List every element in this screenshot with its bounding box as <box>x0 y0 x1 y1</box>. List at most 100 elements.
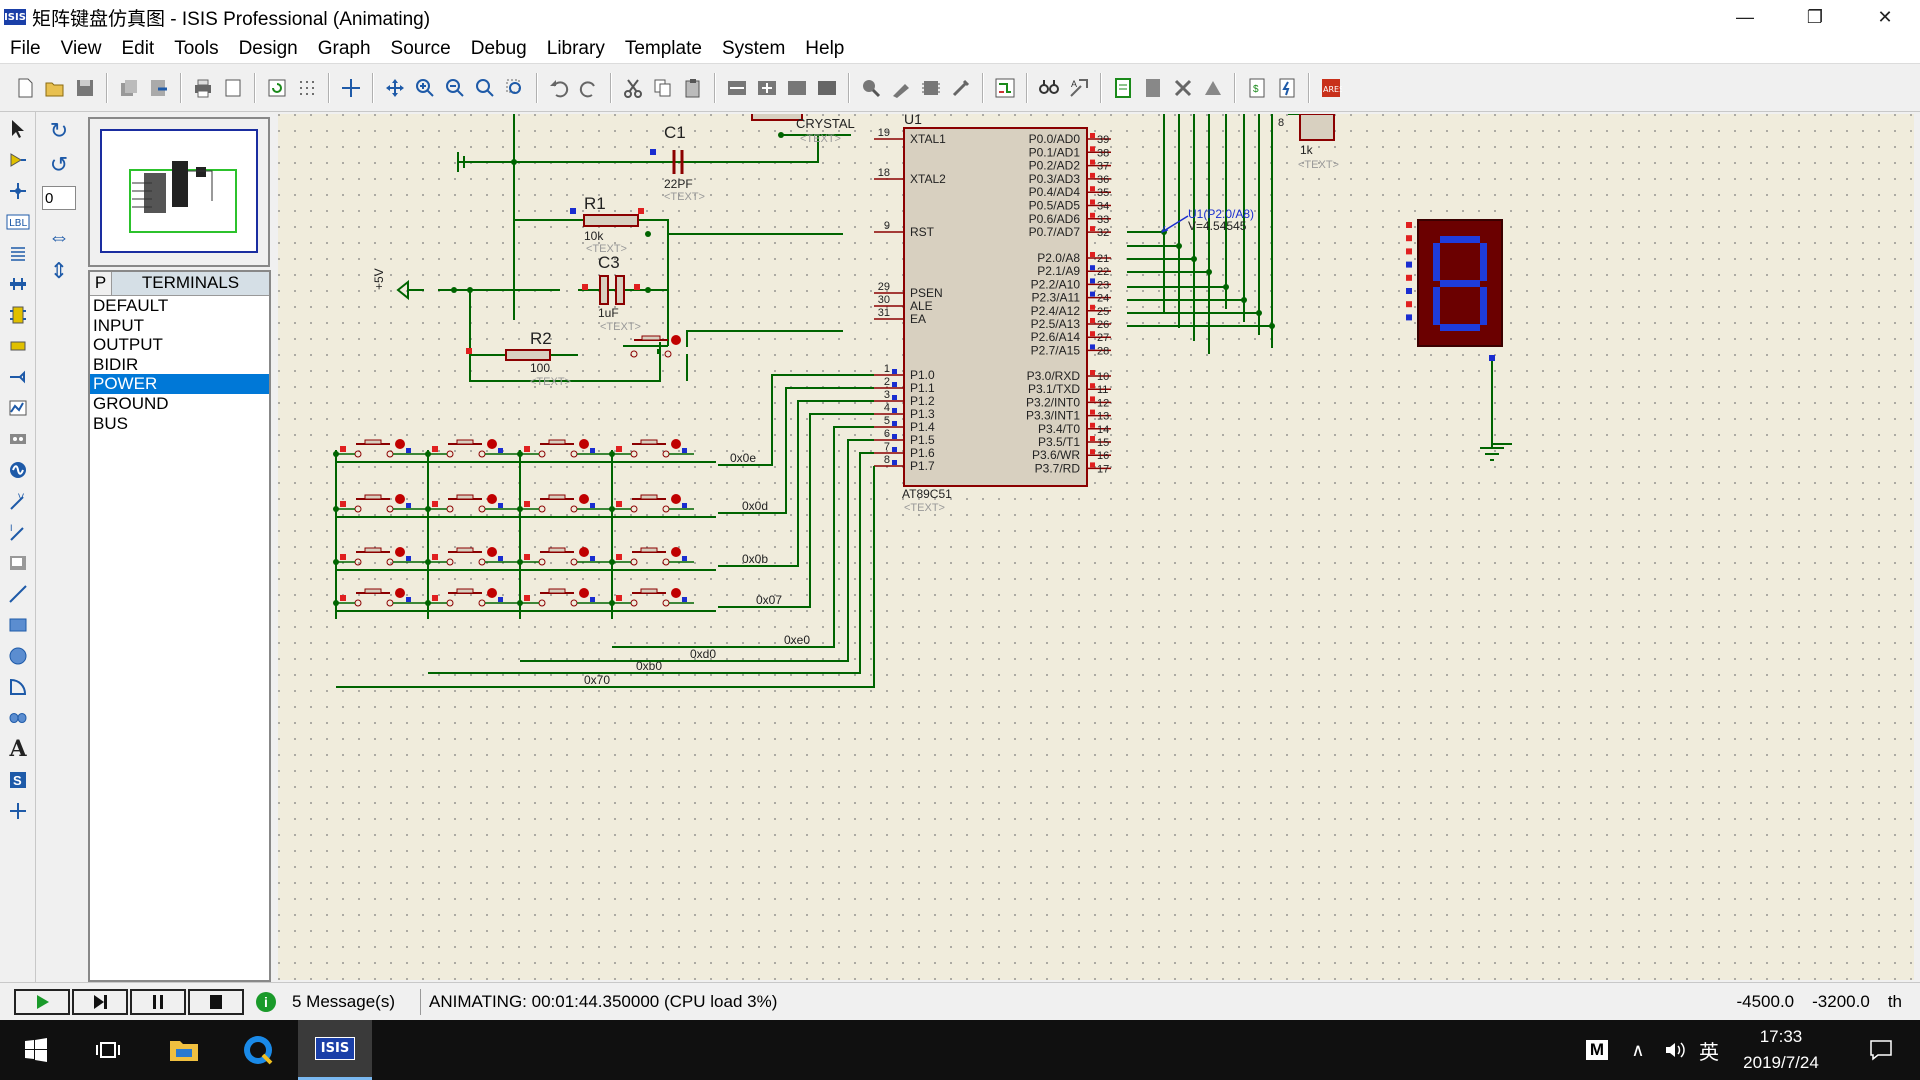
seven-segment-display[interactable] <box>1406 219 1503 361</box>
make-device-icon[interactable] <box>888 75 914 101</box>
rotation-angle-input[interactable] <box>42 186 76 210</box>
restore-icon[interactable]: ❐ <box>1780 0 1850 34</box>
menu-library[interactable]: Library <box>537 34 615 64</box>
zoom-all-icon[interactable] <box>472 75 498 101</box>
rotate-clockwise-icon[interactable]: ↻ <box>44 116 74 146</box>
close-icon[interactable]: ✕ <box>1850 0 1920 34</box>
menu-tools[interactable]: Tools <box>164 34 228 64</box>
pick-button[interactable]: P <box>90 272 112 295</box>
tape-recorder-mode-icon[interactable] <box>4 425 32 453</box>
messages-indicator[interactable]: i 5 Message(s) <box>256 991 395 1012</box>
text-script-mode-icon[interactable] <box>4 239 32 267</box>
save-icon[interactable] <box>72 75 98 101</box>
mirror-horizontal-icon[interactable]: ⇔ <box>44 222 74 252</box>
input-language[interactable]: 英 <box>1694 1020 1724 1080</box>
junction-dot-mode-icon[interactable] <box>4 177 32 205</box>
block-move-icon[interactable] <box>754 75 780 101</box>
task-view-icon[interactable] <box>86 1020 130 1080</box>
menu-file[interactable]: File <box>0 34 51 64</box>
wire-autorouter-icon[interactable] <box>992 75 1018 101</box>
pause-button[interactable] <box>130 988 186 1015</box>
copy-icon[interactable] <box>650 75 676 101</box>
menu-design[interactable]: Design <box>229 34 308 64</box>
open-folder-icon[interactable] <box>42 75 68 101</box>
menu-edit[interactable]: Edit <box>111 34 164 64</box>
menu-source[interactable]: Source <box>381 34 461 64</box>
terminal-item-input[interactable]: INPUT <box>90 316 269 336</box>
chevron-up-icon[interactable]: ∧ <box>1626 1020 1650 1080</box>
redraw-icon[interactable] <box>264 75 290 101</box>
current-probe-mode-icon[interactable]: I <box>4 518 32 546</box>
stop-button[interactable] <box>188 988 244 1015</box>
virtual-instruments-mode-icon[interactable] <box>4 549 32 577</box>
cut-icon[interactable] <box>620 75 646 101</box>
print-area-icon[interactable] <box>220 75 246 101</box>
device-pins-mode-icon[interactable] <box>4 363 32 391</box>
windows-start-icon[interactable] <box>14 1020 58 1080</box>
new-file-icon[interactable] <box>12 75 38 101</box>
import-icon[interactable] <box>116 75 142 101</box>
notification-icon[interactable] <box>1856 1020 1906 1080</box>
bill-of-materials-icon[interactable]: $ <box>1244 75 1270 101</box>
pan-icon[interactable] <box>382 75 408 101</box>
exit-to-parent-icon[interactable] <box>1170 75 1196 101</box>
block-copy-icon[interactable] <box>724 75 750 101</box>
schematic-canvas[interactable]: +5V CRYSTAL <TEXT> C1 22PF <TEXT> R1 10k… <box>278 114 1914 980</box>
box-mode-icon[interactable] <box>4 611 32 639</box>
terminal-item-default[interactable]: DEFAULT <box>90 296 269 316</box>
menu-system[interactable]: System <box>712 34 795 64</box>
origin-icon[interactable] <box>338 75 364 101</box>
decompose-icon[interactable] <box>948 75 974 101</box>
file-explorer-icon[interactable] <box>154 1020 214 1080</box>
overview-window[interactable] <box>88 117 270 267</box>
remove-sheet-icon[interactable] <box>1140 75 1166 101</box>
voltage-probe-mode-icon[interactable]: V <box>4 487 32 515</box>
zoom-area-icon[interactable] <box>502 75 528 101</box>
undo-icon[interactable] <box>546 75 572 101</box>
terminal-item-bus[interactable]: BUS <box>90 414 269 434</box>
step-button[interactable] <box>72 988 128 1015</box>
path-mode-icon[interactable] <box>4 704 32 732</box>
text-mode-icon[interactable]: A <box>4 735 32 763</box>
paste-icon[interactable] <box>680 75 706 101</box>
package-tool-icon[interactable] <box>918 75 944 101</box>
circle-mode-icon[interactable] <box>4 642 32 670</box>
marker-mode-icon[interactable] <box>4 797 32 825</box>
arc-mode-icon[interactable] <box>4 673 32 701</box>
generator-mode-icon[interactable] <box>4 456 32 484</box>
menu-graph[interactable]: Graph <box>308 34 381 64</box>
qq-browser-icon[interactable] <box>228 1020 288 1080</box>
mirror-vertical-icon[interactable]: ⇕ <box>44 256 74 286</box>
redo-icon[interactable] <box>576 75 602 101</box>
menu-view[interactable]: View <box>51 34 112 64</box>
new-sheet-icon[interactable] <box>1110 75 1136 101</box>
component-mode-icon[interactable] <box>4 146 32 174</box>
print-icon[interactable] <box>190 75 216 101</box>
block-rotate-icon[interactable] <box>784 75 810 101</box>
terminal-item-power[interactable]: POWER <box>90 374 269 394</box>
terminal-item-bidir[interactable]: BIDIR <box>90 355 269 375</box>
graph-mode-icon[interactable] <box>4 394 32 422</box>
rotate-anticlockwise-icon[interactable]: ↺ <box>44 150 74 180</box>
wire-label-mode-icon[interactable]: LBL <box>4 208 32 236</box>
block-delete-icon[interactable] <box>814 75 840 101</box>
zoom-out-icon[interactable] <box>442 75 468 101</box>
terminals-mode-icon[interactable] <box>4 332 32 360</box>
search-tag-icon[interactable] <box>1036 75 1062 101</box>
volume-icon[interactable] <box>1660 1020 1690 1080</box>
menu-help[interactable]: Help <box>795 34 854 64</box>
menu-template[interactable]: Template <box>615 34 712 64</box>
selection-mode-icon[interactable] <box>4 115 32 143</box>
zoom-to-child-icon[interactable] <box>1200 75 1226 101</box>
bus-mode-icon[interactable] <box>4 270 32 298</box>
minimize-icon[interactable]: — <box>1710 0 1780 34</box>
grid-icon[interactable] <box>294 75 320 101</box>
schematic-editor[interactable]: +5V CRYSTAL <TEXT> C1 22PF <TEXT> R1 10k… <box>276 112 1916 982</box>
menu-debug[interactable]: Debug <box>461 34 537 64</box>
subcircuit-mode-icon[interactable] <box>4 301 32 329</box>
ime-mode-indicator[interactable]: M <box>1582 1020 1612 1080</box>
pick-device-icon[interactable] <box>858 75 884 101</box>
electrical-rule-check-icon[interactable] <box>1274 75 1300 101</box>
tray-clock[interactable]: 17:33 2019/7/24 <box>1726 1024 1836 1076</box>
property-tool-icon[interactable]: A <box>1066 75 1092 101</box>
